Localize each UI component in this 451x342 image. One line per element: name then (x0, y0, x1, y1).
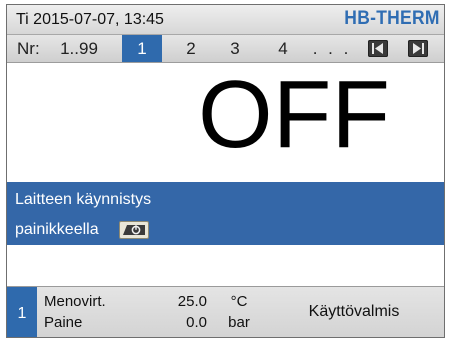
unit-range[interactable]: 1..99 (50, 35, 108, 62)
flow-temp-value: 25.0 (177, 293, 207, 310)
unit-selector-bar: Nr: 1..99 1 2 3 4 . . . (7, 35, 444, 63)
unit-tab-1[interactable]: 1 (122, 35, 162, 62)
unit-number-label: Nr: (17, 39, 40, 58)
message-banner: Laitteen käynnistys painikkeella (7, 182, 444, 245)
message-line-2: painikkeella (15, 221, 99, 238)
pressure-unit: bar (228, 314, 250, 331)
controller-screen: Ti 2015-07-07, 13:45 HB-THERM Nr: 1..99 … (6, 4, 445, 338)
status-footer: 1 Menovirt. 25.0 °C Paine 0.0 bar Käyttö… (7, 286, 444, 337)
unit-tab-3[interactable]: 3 (215, 35, 255, 62)
message-area-spacer (7, 245, 444, 287)
brand-logo: HB-THERM (344, 8, 440, 29)
skip-back-icon[interactable] (368, 40, 388, 57)
more-units-ellipsis[interactable]: . . . (307, 35, 357, 62)
flow-temp-label: Menovirt. (44, 293, 106, 310)
unit-tab-4[interactable]: 4 (263, 35, 303, 62)
operating-state: OFF (198, 61, 390, 168)
main-display: OFF Laitteen käynnistys painikkeella (7, 61, 444, 287)
unit-tab-2[interactable]: 2 (171, 35, 211, 62)
operating-status: Käyttövalmis (308, 303, 400, 320)
status-header: Ti 2015-07-07, 13:45 HB-THERM (7, 5, 444, 35)
datetime-display: Ti 2015-07-07, 13:45 (16, 11, 164, 28)
skip-forward-icon[interactable] (408, 40, 428, 57)
unit-badge: 1 (7, 287, 37, 337)
pressure-value: 0.0 (186, 314, 207, 331)
flow-temp-unit: °C (230, 293, 248, 310)
message-line-1: Laitteen käynnistys (15, 191, 152, 208)
power-key-icon (119, 221, 149, 239)
pressure-label: Paine (44, 314, 83, 331)
